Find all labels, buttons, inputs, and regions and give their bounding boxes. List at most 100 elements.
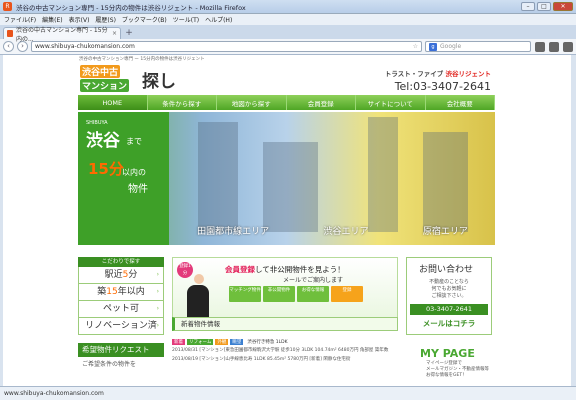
- contact-box: お問い合わせ 不動産のことなら 何でもお気軽に ご相談下さい。 03-3407-…: [406, 257, 492, 335]
- news-item[interactable]: 2013/08/31 [マンション]東急田園都市線駒沢大学駅 徒歩10分 3LD…: [172, 348, 398, 354]
- building-shape: [368, 117, 398, 232]
- firefox-icon: R: [3, 2, 12, 11]
- bookmark-star-icon[interactable]: ☆: [413, 43, 418, 50]
- browser-tab[interactable]: 渋谷の中古マンション専門 - 15分内の... ×: [3, 27, 121, 43]
- hero-shibuya: 渋谷: [86, 131, 120, 151]
- mypage-header: MY PAGE: [420, 347, 475, 360]
- tab-strip: 渋谷の中古マンション専門 - 15分内の... × +: [0, 25, 576, 43]
- menu-tools[interactable]: ツール(T): [173, 15, 199, 24]
- sidebar-item-renovation[interactable]: リノベーション済 ›: [78, 318, 164, 335]
- private-button[interactable]: 非公開物件: [263, 286, 295, 302]
- brand-block: トラスト・ファイブ 渋谷リジェント Tel:03-3407-2641: [385, 68, 491, 93]
- search-box[interactable]: g Google: [425, 41, 531, 52]
- logo-line2: マンション: [80, 79, 130, 92]
- site-tagline: 渋谷の中古マンション専門 ー 15分内の物件は渋谷リジェント: [79, 57, 205, 62]
- deals-button[interactable]: お得な情報: [297, 286, 329, 302]
- tag-reform: リフォーム: [187, 339, 214, 345]
- member-sub: メールでご案内します: [283, 277, 344, 284]
- matching-button[interactable]: マッチング物件: [229, 286, 261, 302]
- menu-file[interactable]: ファイル(F): [4, 15, 36, 24]
- menu-history[interactable]: 履歴(S): [95, 15, 116, 24]
- addon-icon[interactable]: [535, 41, 545, 52]
- chevron-right-icon: ›: [156, 271, 159, 278]
- chevron-right-icon: ›: [156, 305, 159, 312]
- item-post: 年以内: [117, 287, 145, 297]
- brand-b: 渋谷リジェント: [445, 70, 492, 78]
- status-bar: www.shibuya-chukomansion.com: [0, 386, 576, 400]
- sidebar-item-age[interactable]: 築15年以内 ›: [78, 284, 164, 301]
- hero-minutes: 15分: [88, 160, 124, 178]
- maximize-button[interactable]: □: [537, 2, 551, 11]
- google-icon[interactable]: g: [429, 42, 437, 51]
- member-buttons: マッチング物件 非公開物件 お得な情報 登録: [229, 286, 363, 302]
- news-item[interactable]: 2013/08/19 [マンション]山手線恵比寿 1LDK 85.45m² 57…: [172, 357, 398, 363]
- window-controls: – □ ✕: [521, 2, 573, 11]
- site-favicon: [7, 30, 13, 37]
- tag-exterior: 外観: [215, 339, 229, 345]
- request-subtext: ご希望条件の物件を: [82, 361, 137, 368]
- download-icon[interactable]: [549, 41, 559, 52]
- nav-search-map[interactable]: 地図から探す: [217, 95, 287, 110]
- mypage-box[interactable]: MY PAGE マイページ登録で メールマガジン・不動産情報等 お得な情報をGE…: [406, 347, 492, 379]
- brand-a: トラスト・ファイブ: [384, 70, 444, 78]
- back-button[interactable]: ‹: [3, 41, 14, 52]
- menu-edit[interactable]: 編集(E): [42, 15, 62, 24]
- menu-view[interactable]: 表示(V): [69, 15, 90, 24]
- hero-areas: 田園都市線エリア 渋谷エリア 原宿エリア: [170, 224, 495, 237]
- area-harajuku[interactable]: 原宿エリア: [423, 224, 468, 237]
- menubar: ファイル(F) 編集(E) 表示(V) 履歴(S) ブックマーク(B) ツール(…: [0, 14, 576, 25]
- website: 渋谷の中古マンション専門 ー 15分内の物件は渋谷リジェント 渋谷中古 マンショ…: [78, 55, 495, 386]
- minimize-button[interactable]: –: [521, 2, 535, 11]
- menu-icon[interactable]: [563, 41, 573, 52]
- nav-about-site[interactable]: サイトについて: [356, 95, 426, 110]
- register-button[interactable]: 登録: [331, 286, 363, 302]
- news-header: 新着物件情報: [172, 317, 398, 331]
- window-title: 渋谷の中古マンション専門 - 15分内の物件は渋谷リジェント - Mozilla…: [16, 3, 246, 12]
- url-text: www.shibuya-chukomansion.com: [35, 43, 135, 50]
- area-denentoshi[interactable]: 田園都市線エリア: [197, 224, 269, 237]
- search-placeholder: Google: [440, 43, 462, 50]
- close-button[interactable]: ✕: [553, 2, 573, 11]
- contact-text: 不動産のことなら 何でもお気軽に ご相談下さい。: [429, 279, 469, 299]
- contact-tel[interactable]: 03-3407-2641: [410, 304, 488, 315]
- nav-home[interactable]: HOME: [78, 95, 148, 110]
- member-headline: 会員登録して非公開物件を見よう！: [225, 264, 345, 275]
- item-pre: リノベーション済: [85, 321, 157, 331]
- header-tel: Tel:03-3407-2641: [394, 80, 491, 93]
- area-shibuya[interactable]: 渋谷エリア: [323, 224, 368, 237]
- sidebar-item-station[interactable]: 駅近5分 ›: [78, 267, 164, 284]
- building-shape: [423, 132, 468, 232]
- url-bar[interactable]: www.shibuya-chukomansion.com ☆: [31, 41, 422, 52]
- global-nav: HOME 条件から探す 地図から探す 会員登録 サイトについて 会社概要: [78, 95, 495, 110]
- headline-post: して非公開物件を見よう！: [255, 265, 345, 274]
- hero-inai: 以内の: [122, 168, 146, 177]
- site-logo[interactable]: 渋谷中古 マンション 探し: [80, 65, 180, 92]
- sidebar-item-pet[interactable]: ペット可 ›: [78, 301, 164, 318]
- logo-line3: 探し: [142, 72, 176, 92]
- nav-company[interactable]: 会社概要: [426, 95, 495, 110]
- tab-close-icon[interactable]: ×: [112, 30, 117, 37]
- hero-banner: SHIBUYA 渋谷 まで 15分 以内の 物件 田園都市線エリア 渋谷エリア …: [78, 112, 495, 245]
- nav-register[interactable]: 会員登録: [287, 95, 356, 110]
- item-pre: ペット可: [102, 304, 139, 314]
- window-titlebar: R 渋谷の中古マンション専門 - 15分内の物件は渋谷リジェント - Mozil…: [0, 0, 576, 14]
- news-section: 新着物件情報 新着 リフォーム 外観 眺望 渋谷行き特急 1LDK 2013/0…: [172, 317, 398, 363]
- tab-label: 渋谷の中古マンション専門 - 15分内の...: [15, 26, 108, 43]
- tag-new: 新着: [172, 339, 185, 345]
- building-shape: [263, 142, 318, 232]
- contact-mail-button[interactable]: メールはコチラ: [410, 318, 488, 329]
- contact-header: お問い合わせ: [419, 265, 474, 275]
- sidebar-header: こだわりで探す: [78, 257, 164, 267]
- chevron-right-icon: ›: [156, 322, 159, 329]
- new-tab-button[interactable]: +: [123, 28, 135, 39]
- forward-button[interactable]: ›: [17, 41, 28, 52]
- item-hl: 15: [106, 287, 118, 297]
- menu-help[interactable]: ヘルプ(H): [205, 15, 232, 24]
- logo-line1: 渋谷中古: [80, 65, 121, 78]
- nav-search-conditions[interactable]: 条件から探す: [148, 95, 217, 110]
- item-pre: 築: [97, 287, 107, 297]
- member-banner[interactable]: 登録1分 会員登録して非公開物件を見よう！ メールでご案内します マッチング物件…: [172, 257, 398, 325]
- menu-bookmarks[interactable]: ブックマーク(B): [122, 15, 167, 24]
- navigation-toolbar: ‹ › www.shibuya-chukomansion.com ☆ g Goo…: [0, 39, 576, 55]
- request-header[interactable]: 希望物件リクエスト: [78, 343, 164, 357]
